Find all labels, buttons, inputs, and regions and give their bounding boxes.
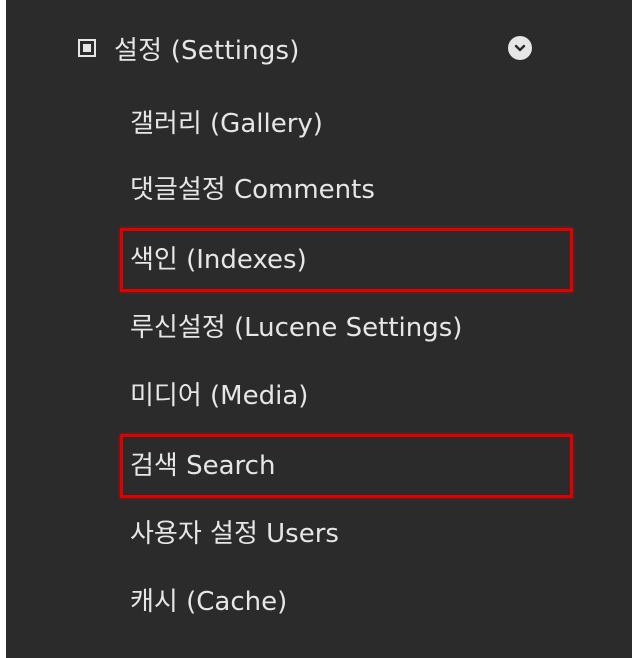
menu-item-search[interactable]: 검색 Search (130, 440, 275, 492)
settings-section-header[interactable]: 설정 (Settings) (78, 22, 548, 74)
menu-item-lucene-settings[interactable]: 루신설정 (Lucene Settings) (130, 302, 462, 354)
menu-item-comments[interactable]: 댓글설정 Comments (130, 164, 375, 216)
menu-item-indexes[interactable]: 색인 (Indexes) (130, 234, 307, 286)
menu-item-users[interactable]: 사용자 설정 Users (130, 508, 339, 560)
settings-menu-panel: 설정 (Settings) 갤러리 (Gallery) 댓글설정 Comment… (6, 0, 632, 658)
menu-item-gallery[interactable]: 갤러리 (Gallery) (130, 98, 323, 150)
square-icon (78, 39, 96, 57)
menu-item-media[interactable]: 미디어 (Media) (130, 370, 308, 422)
settings-section-label: 설정 (Settings) (114, 35, 300, 66)
menu-item-cache[interactable]: 캐시 (Cache) (130, 576, 287, 628)
chevron-down-icon[interactable] (508, 36, 532, 60)
